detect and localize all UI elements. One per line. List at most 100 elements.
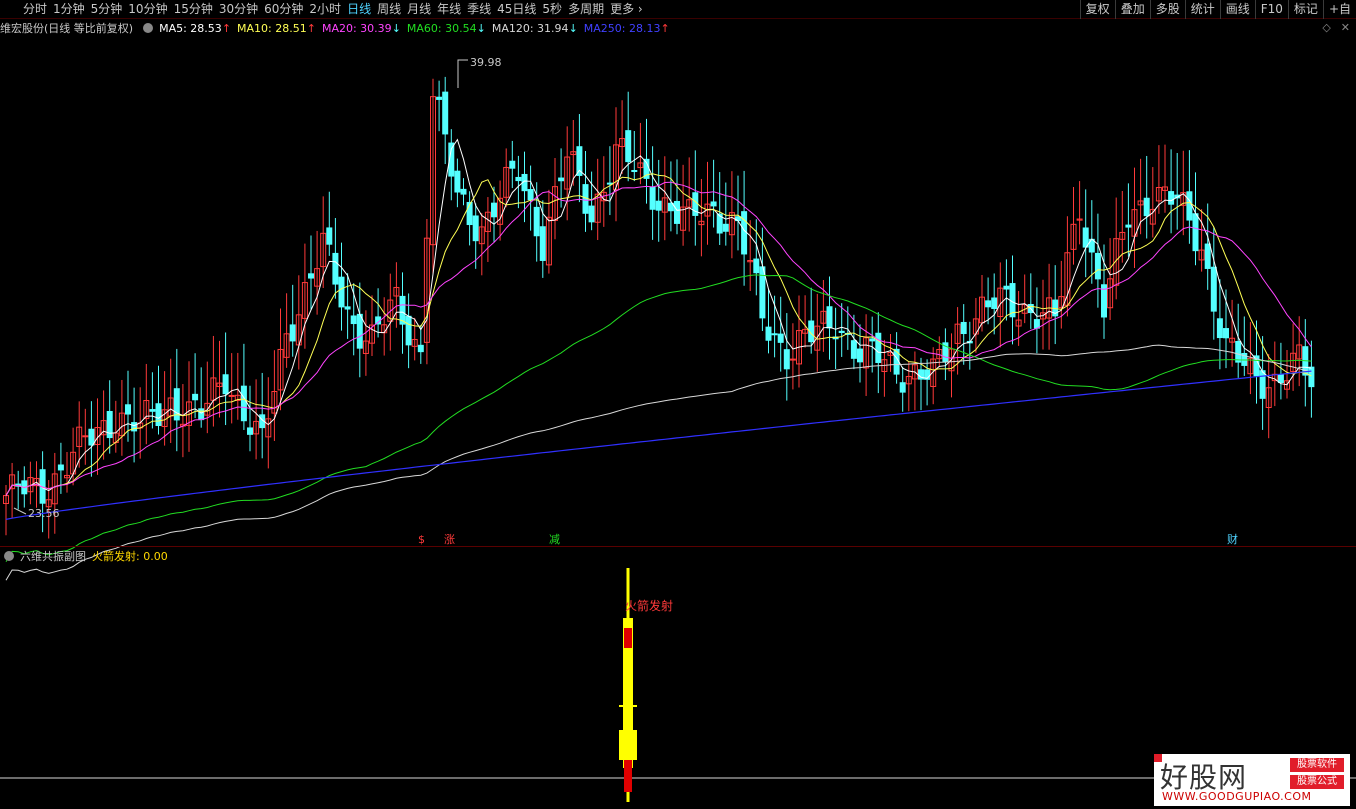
watermark-logo: 好股网 股票软件 股票公式 WWW.GOODGUPIAO.COM bbox=[1154, 754, 1350, 806]
candle-down bbox=[777, 333, 784, 343]
high-label: 39.98 bbox=[470, 56, 502, 69]
candle-down bbox=[1204, 243, 1211, 269]
candle-down bbox=[247, 427, 253, 435]
rocket-signal-label: 火箭发射 bbox=[625, 598, 673, 613]
candle-down bbox=[850, 340, 857, 359]
candle-down bbox=[515, 176, 522, 182]
candle-down bbox=[558, 177, 565, 182]
candle-down bbox=[332, 252, 339, 285]
candle-down bbox=[417, 344, 424, 353]
candle-down bbox=[436, 96, 443, 100]
candle-down bbox=[1216, 318, 1223, 339]
candle-down bbox=[527, 189, 534, 201]
candle-down bbox=[308, 273, 314, 279]
candle-down bbox=[1125, 224, 1132, 228]
candle-down bbox=[875, 332, 882, 363]
candle-down bbox=[655, 200, 662, 211]
candle-down bbox=[350, 315, 357, 325]
candle-down bbox=[356, 313, 363, 349]
candle-down bbox=[466, 201, 473, 226]
candle-down bbox=[326, 227, 333, 245]
candle-down bbox=[857, 348, 863, 363]
candle-down bbox=[131, 422, 138, 432]
high-pointer bbox=[457, 59, 468, 88]
candle-down bbox=[289, 324, 296, 342]
candle-down bbox=[1235, 340, 1242, 363]
pane-divider bbox=[0, 546, 1356, 547]
rocket-nose bbox=[624, 628, 632, 648]
candle-down bbox=[722, 223, 729, 232]
candle-down bbox=[588, 205, 595, 223]
candle-down bbox=[442, 91, 449, 135]
sub-indicator-info: 六维共振副图 火箭发射: 0.00 bbox=[0, 548, 174, 564]
low-label: 23.56 bbox=[28, 507, 60, 520]
candle-down bbox=[1210, 266, 1217, 312]
rocket-flame bbox=[624, 760, 632, 792]
candle-down bbox=[960, 321, 967, 335]
candle-down bbox=[1143, 197, 1150, 217]
candle-down bbox=[222, 374, 229, 395]
candle-down bbox=[1168, 191, 1175, 205]
sub-settings-gear-icon[interactable] bbox=[4, 551, 14, 561]
sub-title: 六维共振副图 bbox=[20, 550, 86, 563]
candle-down bbox=[539, 226, 546, 261]
event-marker-2: 减 bbox=[549, 533, 560, 546]
candle-down bbox=[838, 330, 845, 334]
candle-up bbox=[789, 358, 796, 361]
event-marker-0: $ bbox=[418, 533, 425, 546]
candle-down bbox=[1033, 319, 1040, 329]
candle-down bbox=[826, 306, 833, 329]
candle-down bbox=[625, 130, 632, 163]
candle-down bbox=[1094, 252, 1101, 280]
candle-down bbox=[192, 393, 199, 401]
candle-down bbox=[759, 266, 766, 319]
candle-down bbox=[509, 160, 516, 169]
candle-down bbox=[198, 408, 205, 421]
candle-down bbox=[991, 297, 998, 309]
candle-down bbox=[649, 186, 656, 210]
candle-down bbox=[491, 202, 497, 218]
candle-down bbox=[1003, 285, 1010, 290]
candle-down bbox=[472, 215, 479, 242]
candle-down bbox=[460, 188, 467, 195]
candle-down bbox=[1082, 227, 1089, 248]
candle-down bbox=[710, 201, 717, 207]
candle-down bbox=[454, 170, 461, 193]
candle-down bbox=[88, 428, 95, 446]
candle-down bbox=[1277, 374, 1284, 384]
candle-down bbox=[1259, 370, 1266, 399]
candle-down bbox=[240, 385, 247, 422]
sub-value: 火箭发射: 0.00 bbox=[92, 550, 168, 563]
watermark-tag-software: 股票软件 bbox=[1290, 758, 1344, 772]
event-marker-3: 财 bbox=[1227, 532, 1238, 546]
candle-down bbox=[1308, 366, 1315, 388]
price-chart[interactable]: 39.98 23.56 $ 涨 减 财火箭发射 bbox=[0, 0, 1356, 809]
candle-down bbox=[533, 206, 540, 237]
event-marker-1: 涨 bbox=[444, 533, 455, 546]
candle-down bbox=[338, 276, 345, 308]
candle-down bbox=[869, 338, 876, 342]
watermark-url: WWW.GOODGUPIAO.COM bbox=[1162, 790, 1312, 803]
candle-down bbox=[899, 382, 906, 393]
rocket-booster bbox=[619, 730, 637, 760]
watermark-tag-formula: 股票公式 bbox=[1290, 775, 1344, 789]
candle-down bbox=[149, 409, 156, 412]
low-pointer bbox=[13, 507, 27, 515]
candle-down bbox=[125, 404, 131, 415]
candle-down bbox=[344, 306, 351, 310]
candle-up bbox=[82, 435, 89, 438]
candle-down bbox=[771, 333, 778, 336]
candle-down bbox=[155, 403, 162, 427]
candle-down bbox=[753, 258, 760, 274]
candle-down bbox=[1186, 191, 1193, 221]
ma250-line bbox=[5, 370, 1312, 520]
candle-down bbox=[783, 349, 790, 370]
candle-down bbox=[985, 300, 992, 308]
candle-down bbox=[631, 169, 638, 173]
candle-down bbox=[405, 315, 412, 346]
candle-down bbox=[57, 464, 64, 471]
candle-down bbox=[1223, 328, 1229, 339]
candle-down bbox=[765, 326, 772, 341]
candle-down bbox=[674, 200, 680, 224]
candle-up bbox=[228, 394, 235, 397]
